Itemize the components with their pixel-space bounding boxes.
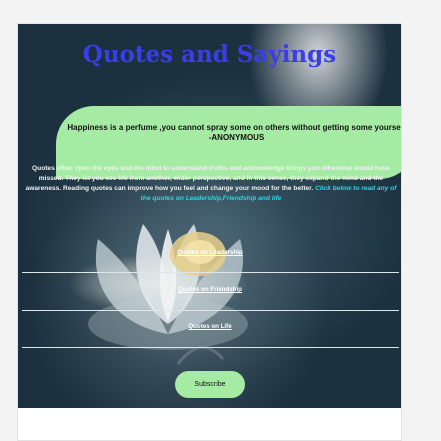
divider xyxy=(22,272,399,273)
lotus-flower-image xyxy=(88,224,248,365)
intro-paragraph: Quotes often open the eyes and the mind … xyxy=(21,164,401,204)
subscribe-button[interactable]: Subscribe xyxy=(175,371,245,398)
page-title: Quotes and Sayings xyxy=(82,41,337,68)
link-quotes-life[interactable]: Quotes on Life xyxy=(22,323,398,330)
quote-text: Happiness is a perfume ,you cannot spray… xyxy=(67,123,401,132)
quote-author: -ANONYMOUS xyxy=(208,133,265,142)
divider xyxy=(22,310,399,311)
divider xyxy=(22,347,399,348)
link-quotes-leadership[interactable]: Quotes on Leadership xyxy=(22,249,398,256)
hero-background: Quotes and Sayings Happiness is a perfum… xyxy=(18,24,401,408)
link-quotes-friendship[interactable]: Quotes on Friendship xyxy=(22,286,398,293)
